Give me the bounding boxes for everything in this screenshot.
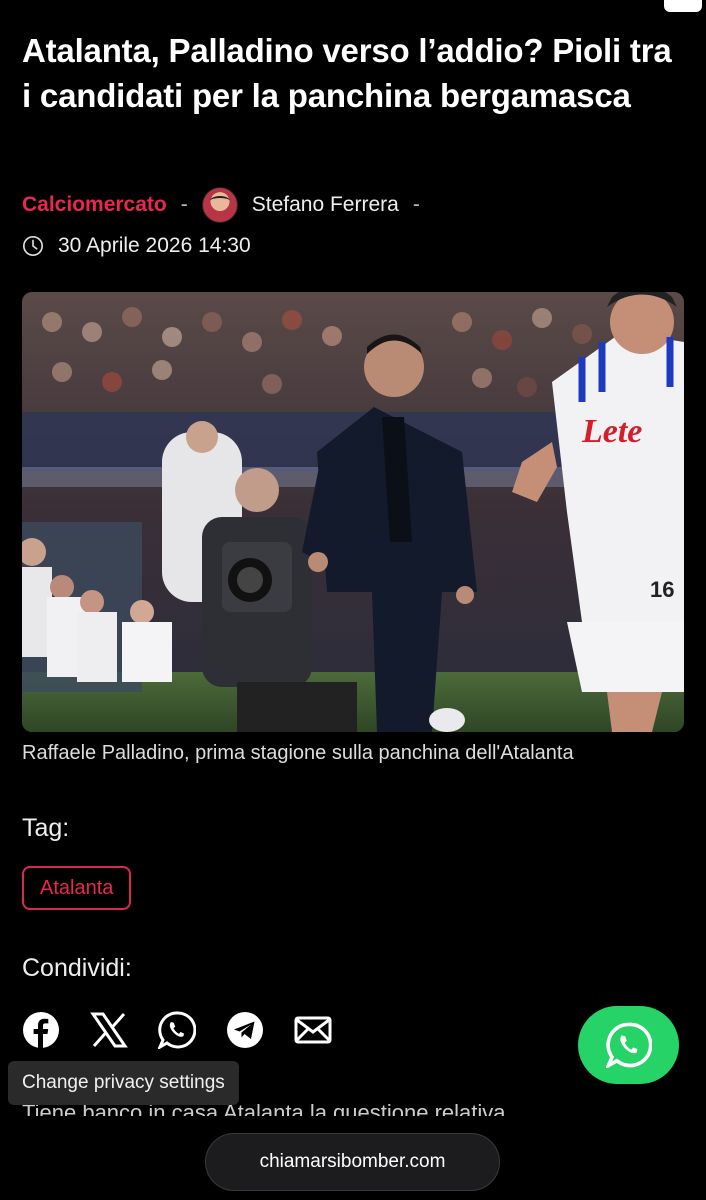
article-page: Atalanta, Palladino verso l’addio? Pioli… <box>0 0 706 1200</box>
clock-icon <box>23 236 43 256</box>
hero-image[interactable]: Lete 16 <box>22 292 684 732</box>
article-title: Atalanta, Palladino verso l’addio? Pioli… <box>22 32 672 114</box>
author-avatar[interactable] <box>201 187 238 223</box>
whatsapp-icon[interactable] <box>158 1011 196 1049</box>
tags-heading: Tag: <box>22 814 70 842</box>
image-caption: Raffaele Palladino, prima stagione sulla… <box>22 742 574 764</box>
shirt-sponsor: Lete <box>581 413 642 450</box>
publish-date: 30 Aprile 2026 14:30 <box>58 234 251 257</box>
category-link[interactable]: Calciomercato <box>22 193 167 217</box>
facebook-icon[interactable] <box>22 1011 60 1049</box>
article-date-row: 30 Aprile 2026 14:30 <box>22 230 251 262</box>
share-heading: Condividi: <box>22 954 132 982</box>
whatsapp-icon <box>605 1022 652 1068</box>
share-icons <box>22 1011 332 1049</box>
hero-photo: Lete 16 <box>22 292 684 732</box>
author-name[interactable]: Stefano Ferrera <box>252 193 399 217</box>
shirt-number: 16 <box>650 577 674 602</box>
top-corner-element <box>664 0 702 12</box>
telegram-icon[interactable] <box>226 1011 264 1049</box>
meta-separator: - <box>412 193 420 216</box>
email-icon[interactable] <box>294 1011 332 1049</box>
x-icon[interactable] <box>90 1011 128 1049</box>
article-meta: Calciomercato - Stefano Ferrera - <box>22 187 420 223</box>
tag-atalanta[interactable]: Atalanta <box>22 866 132 910</box>
meta-separator: - <box>180 193 188 216</box>
privacy-settings-button[interactable]: Change privacy settings <box>8 1061 239 1105</box>
whatsapp-floating-button[interactable] <box>578 1006 679 1084</box>
browser-url-bar[interactable]: chiamarsibomber.com <box>205 1133 500 1191</box>
